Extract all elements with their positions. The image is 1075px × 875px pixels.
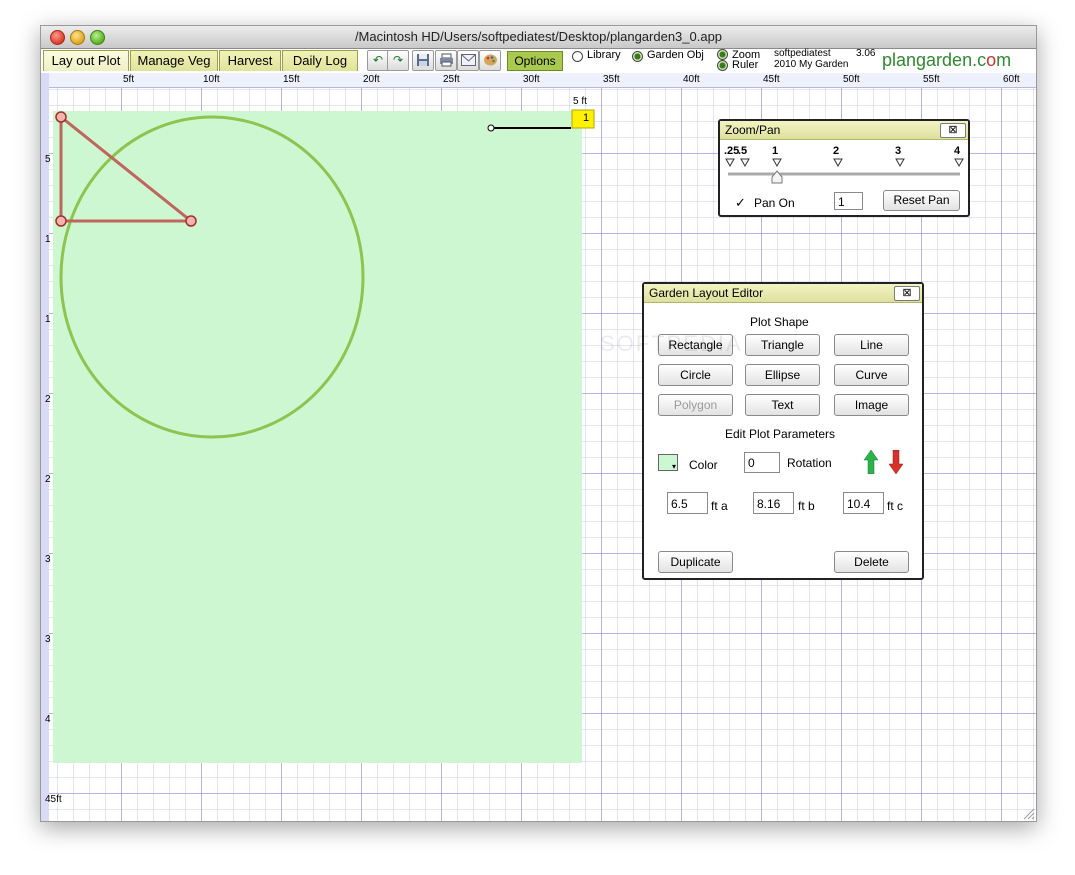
rotation-label: Rotation xyxy=(787,456,832,470)
zoom-tick-2: 2 xyxy=(833,145,840,157)
rotation-input[interactable]: 0 xyxy=(744,452,780,473)
zoom-slider[interactable] xyxy=(724,157,964,187)
pan-on-checkbox[interactable]: ✓ xyxy=(735,195,746,211)
delete-button[interactable]: Delete xyxy=(834,551,909,573)
color-label: Color xyxy=(689,458,718,472)
side-a-label: ft a xyxy=(711,499,728,513)
image-button[interactable]: Image xyxy=(834,394,909,416)
zoom-pan-title: Zoom/Pan xyxy=(720,121,968,140)
triangle-handle[interactable] xyxy=(55,215,67,227)
resize-grip-icon[interactable] xyxy=(1021,806,1035,820)
side-c-label: ft c xyxy=(887,499,904,513)
side-b-label: ft b xyxy=(798,499,815,513)
zoom-tick-05: .5 xyxy=(738,145,748,157)
scale-label: 5 ft xyxy=(573,96,587,107)
side-a-input[interactable]: 6.5 xyxy=(667,492,708,514)
layout-editor-title: Garden Layout Editor xyxy=(644,284,922,303)
pan-on-label: Pan On xyxy=(754,196,795,210)
triangle-handle[interactable] xyxy=(55,111,67,123)
close-icon[interactable]: ⊠ xyxy=(894,286,920,301)
text-button[interactable]: Text xyxy=(745,394,820,416)
curve-button[interactable]: Curve xyxy=(834,364,909,386)
duplicate-button[interactable]: Duplicate xyxy=(658,551,733,573)
close-icon[interactable]: ⊠ xyxy=(940,123,966,138)
circle-shape[interactable] xyxy=(59,115,365,439)
plot-shape-heading: Plot Shape xyxy=(750,315,809,329)
edit-plot-parameters-heading: Edit Plot Parameters xyxy=(725,427,836,441)
triangle-shape[interactable] xyxy=(59,113,196,223)
watermark: SOFTPEDIA xyxy=(600,331,743,356)
scale-marker-text: 1 xyxy=(583,112,590,124)
zoom-value-input[interactable]: 1 xyxy=(834,192,863,210)
zoom-tick-025: .25 xyxy=(724,145,740,157)
triangle-button[interactable]: Triangle xyxy=(745,334,820,356)
zoom-tick-1: 1 xyxy=(772,145,779,157)
line-button[interactable]: Line xyxy=(834,334,909,356)
ellipse-button[interactable]: Ellipse xyxy=(745,364,820,386)
move-down-arrow-icon[interactable] xyxy=(889,450,903,474)
zoom-pan-panel: Zoom/Pan ⊠ .25 .5 1 2 3 4 ✓ Pan On 1 Res… xyxy=(718,119,970,217)
scale-bar-handle[interactable] xyxy=(487,124,495,132)
move-up-arrow-icon[interactable] xyxy=(864,450,878,474)
polygon-button[interactable]: Polygon xyxy=(658,394,733,416)
chevron-down-icon[interactable]: ▾ xyxy=(672,462,676,471)
reset-pan-button[interactable]: Reset Pan xyxy=(883,190,960,211)
side-c-input[interactable]: 10.4 xyxy=(843,492,884,514)
circle-button[interactable]: Circle xyxy=(658,364,733,386)
side-b-input[interactable]: 8.16 xyxy=(753,492,794,514)
app-window: /Macintosh HD/Users/softpediatest/Deskto… xyxy=(40,25,1037,822)
zoom-tick-4: 4 xyxy=(954,145,961,157)
garden-layout-editor-panel: Garden Layout Editor ⊠ Plot Shape Rectan… xyxy=(642,282,924,580)
triangle-handle[interactable] xyxy=(185,215,197,227)
zoom-tick-3: 3 xyxy=(895,145,902,157)
